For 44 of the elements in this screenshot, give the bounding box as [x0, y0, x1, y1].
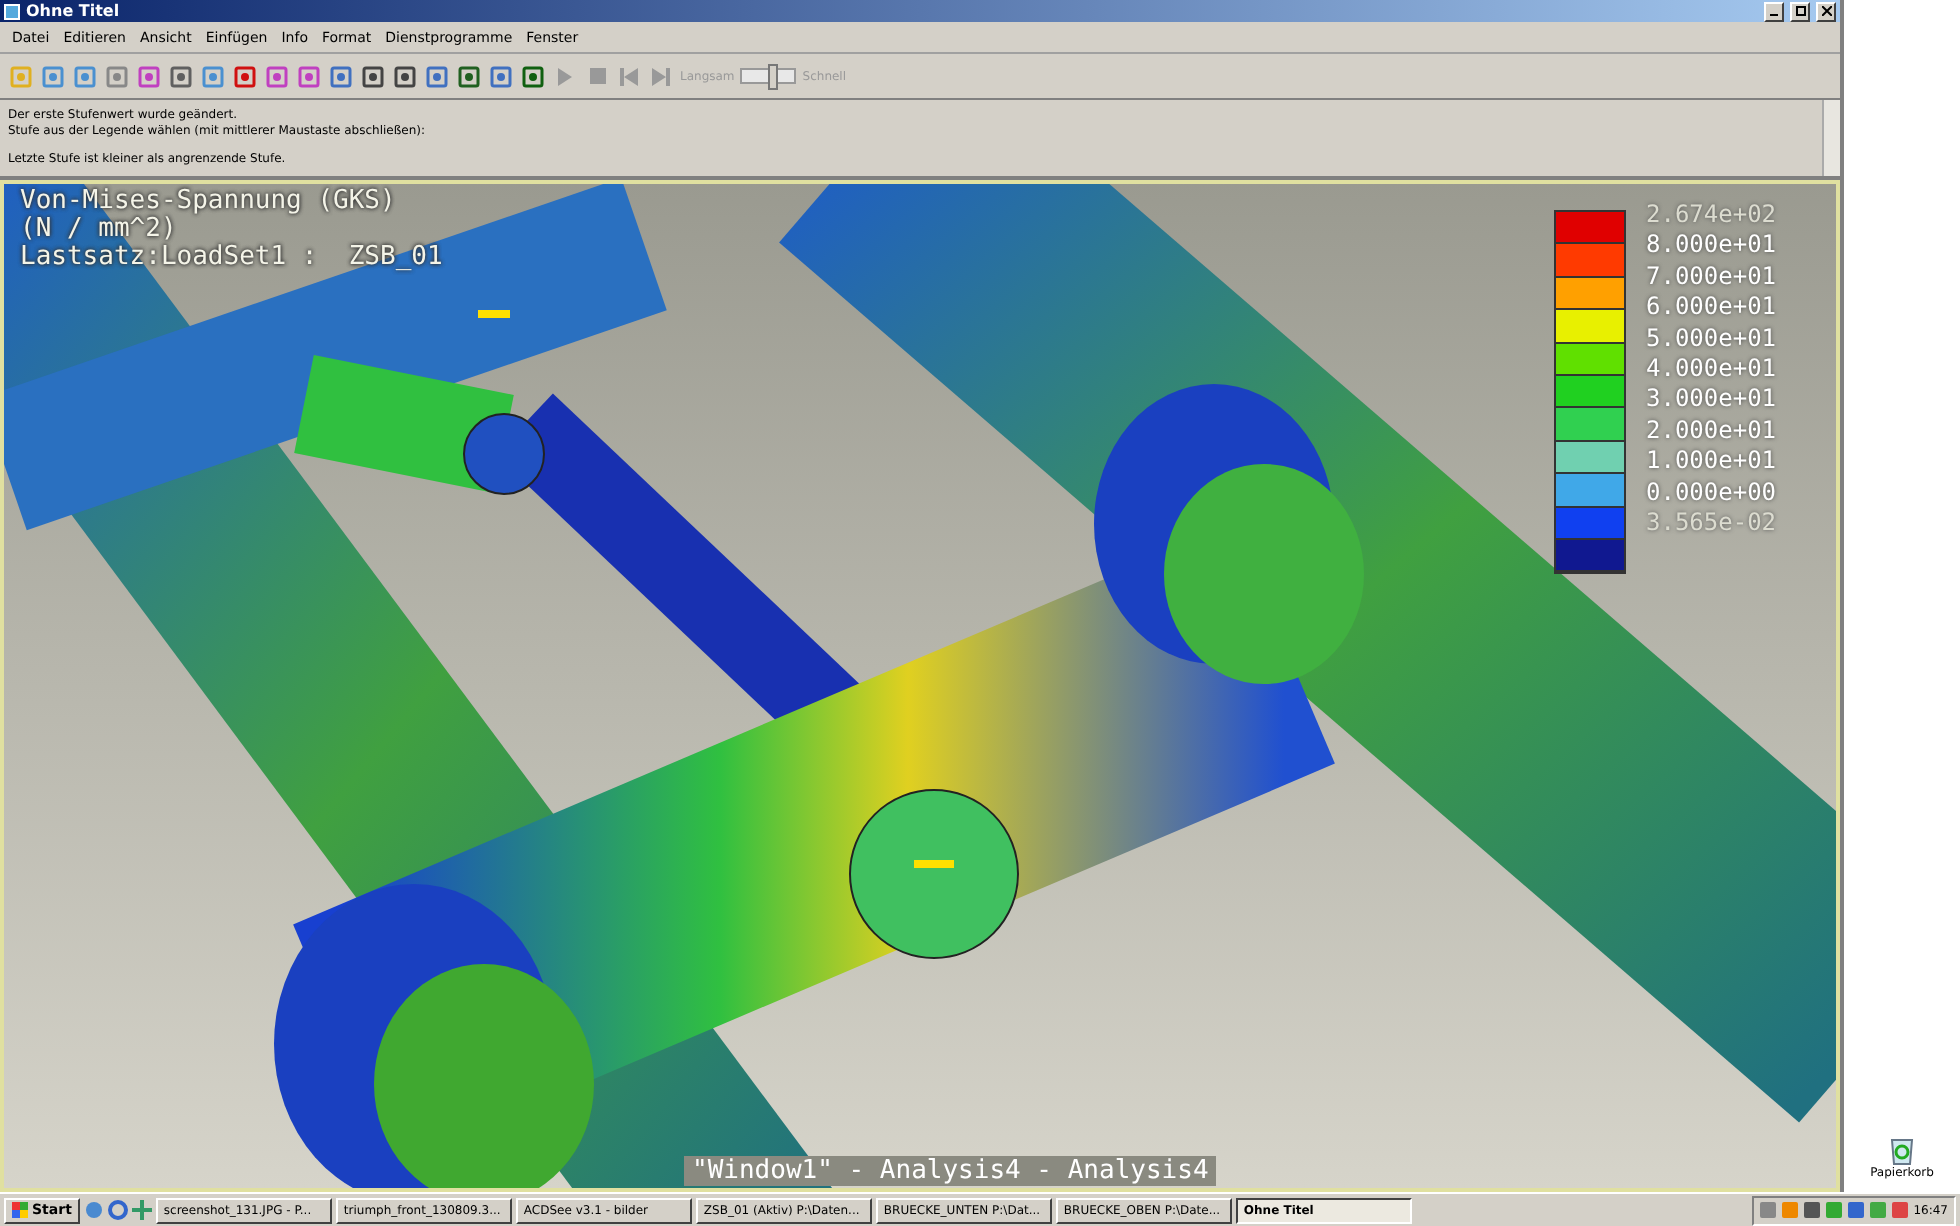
- recycle-bin-icon[interactable]: [1888, 1134, 1916, 1166]
- toolbar-button[interactable]: [232, 63, 258, 89]
- slider-thumb[interactable]: [767, 64, 778, 90]
- toolbar-button[interactable]: [136, 63, 162, 89]
- speed-slider[interactable]: [740, 68, 797, 84]
- legend-value: 5.000e+01: [1646, 323, 1777, 355]
- window-title: Ohne Titel: [26, 2, 120, 20]
- maximize-button[interactable]: [1790, 1, 1810, 21]
- legend-value: 2.000e+01: [1646, 415, 1777, 447]
- legend-value: 3.000e+01: [1646, 384, 1777, 416]
- rewind-button[interactable]: [616, 63, 642, 89]
- rod-end: [463, 413, 545, 495]
- close-icon: [1821, 6, 1831, 16]
- marker: [478, 310, 510, 318]
- legend-value: 7.000e+01: [1646, 261, 1777, 293]
- legend-value: 0.000e+00: [1646, 477, 1777, 509]
- minimize-button[interactable]: [1764, 1, 1784, 21]
- legend-value: 8.000e+01: [1646, 230, 1777, 262]
- quick-launch-icon[interactable]: [83, 1200, 104, 1220]
- quick-launch-icon[interactable]: [131, 1200, 152, 1220]
- toolbar-button[interactable]: [392, 63, 418, 89]
- toolbar-button[interactable]: [488, 63, 514, 89]
- marker: [914, 860, 954, 868]
- toolbar-button[interactable]: [360, 63, 386, 89]
- legend-value: 1.000e+01: [1646, 446, 1777, 478]
- window-caption: "Window1" - Analysis4 - Analysis4: [684, 1156, 1217, 1186]
- toolbar-button[interactable]: [168, 63, 194, 89]
- windows-logo: [12, 1202, 28, 1218]
- forward-button[interactable]: [648, 63, 674, 89]
- legend-value: 2.674e+02: [1646, 200, 1777, 231]
- toolbar-button[interactable]: [520, 63, 546, 89]
- toolbar-button[interactable]: [296, 63, 322, 89]
- stop-button[interactable]: [584, 63, 610, 89]
- toolbar-button[interactable]: [456, 63, 482, 89]
- toolbar-button[interactable]: [328, 63, 354, 89]
- legend-value: 6.000e+01: [1646, 292, 1777, 324]
- toolbar-button[interactable]: [424, 63, 450, 89]
- window-icon: [4, 3, 20, 19]
- browser-icon[interactable]: [107, 1200, 128, 1220]
- scrollbar[interactable]: [1822, 100, 1840, 176]
- toolbar-button[interactable]: [264, 63, 290, 89]
- legend-value: 4.000e+01: [1646, 354, 1777, 385]
- maximize-icon: [1795, 6, 1805, 16]
- close-button[interactable]: [1816, 1, 1836, 21]
